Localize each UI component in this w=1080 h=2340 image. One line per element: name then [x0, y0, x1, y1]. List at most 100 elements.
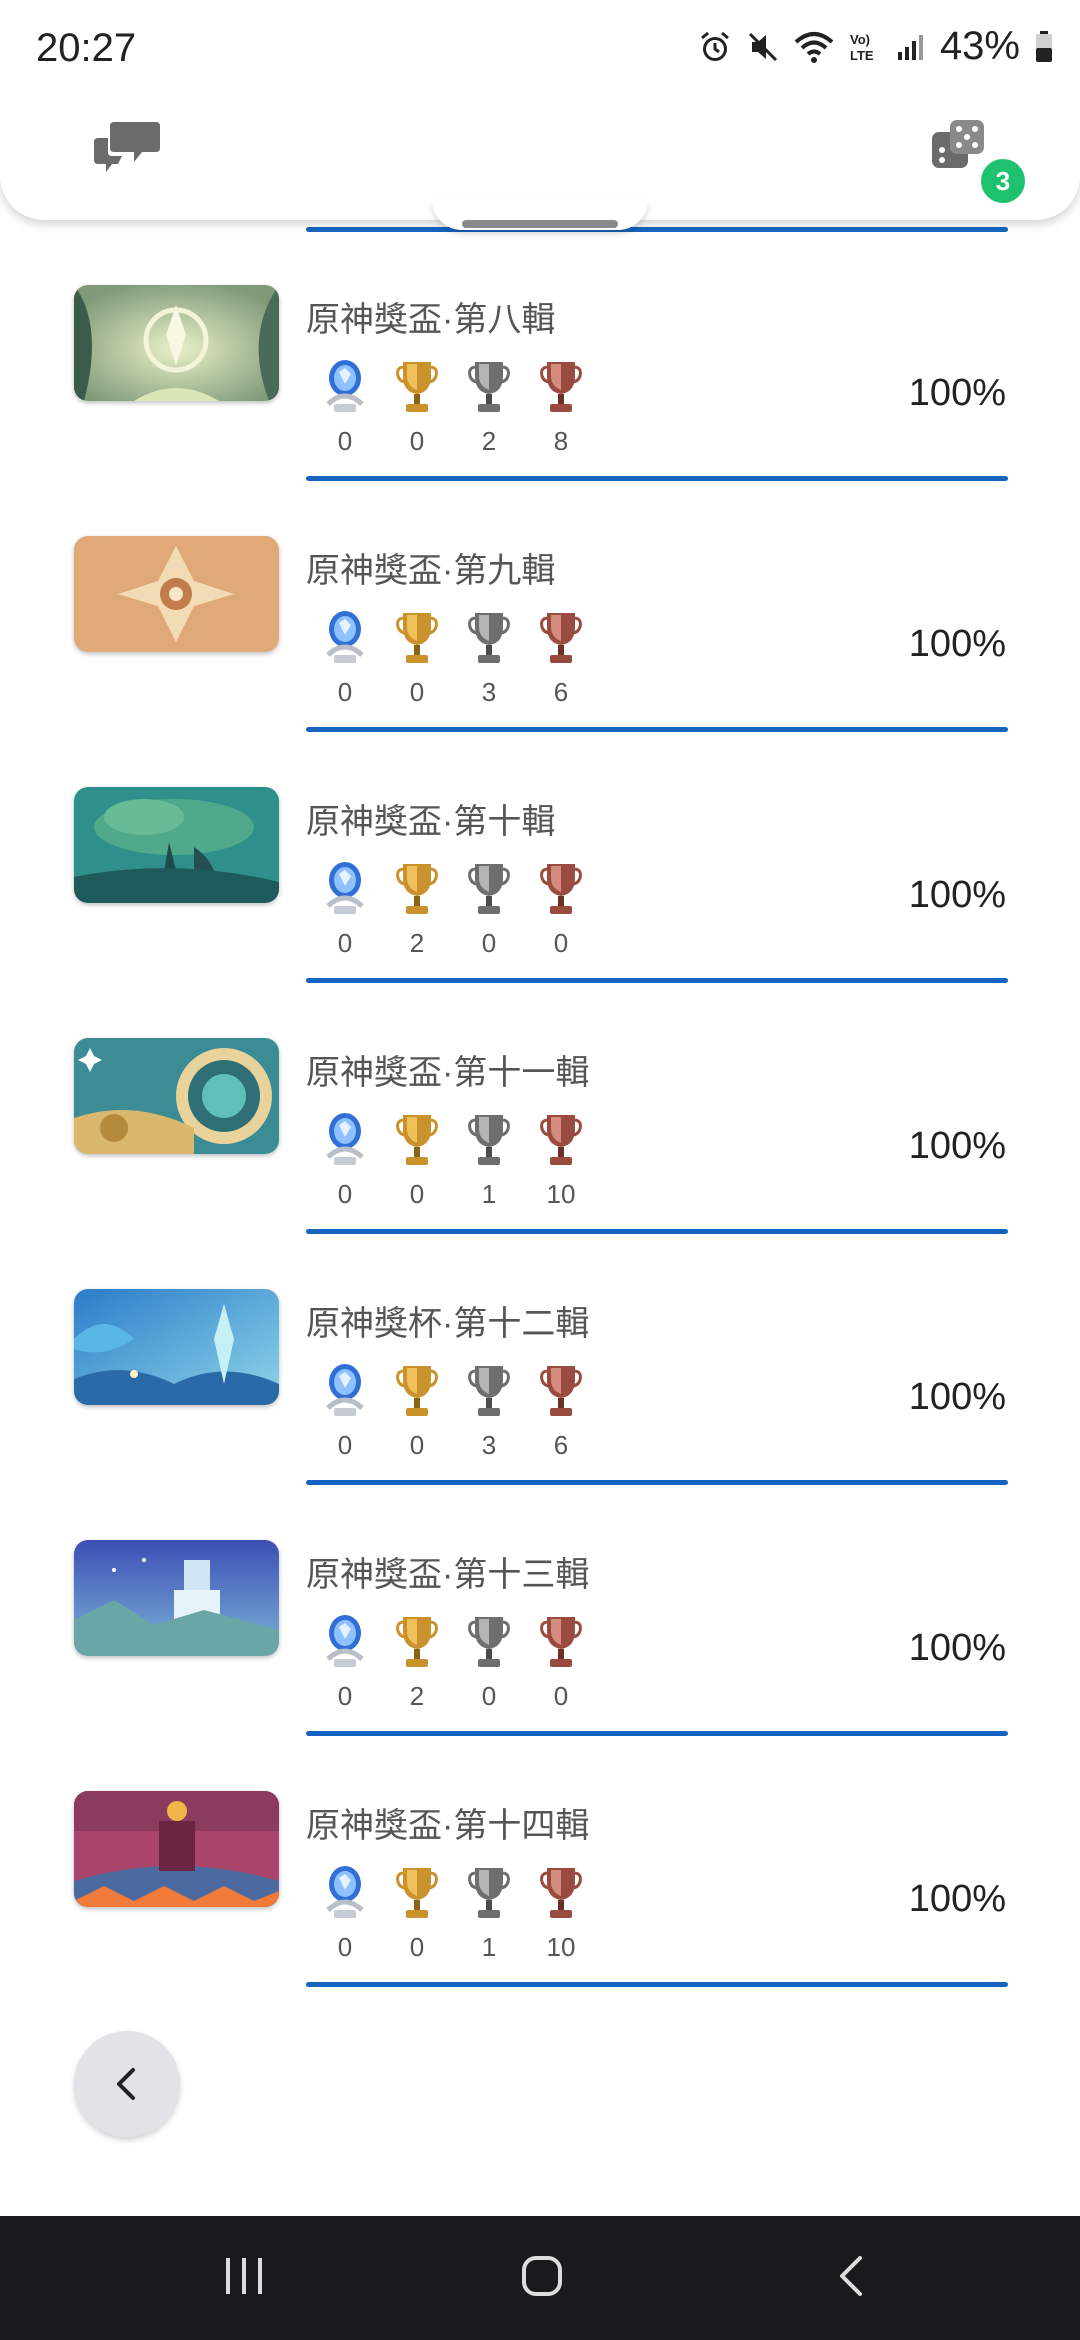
trophy-counts: 0 0 1 10 [320, 1111, 586, 1210]
platinum-trophy: 0 [320, 1864, 370, 1963]
silver-trophy-icon [468, 358, 510, 416]
silver-trophy-icon [468, 1111, 510, 1169]
back-button[interactable] [74, 2031, 180, 2137]
bronze-count: 0 [553, 1681, 569, 1711]
svg-text:LTE: LTE [850, 48, 874, 63]
bronze-trophy-icon [540, 860, 582, 918]
silver-trophy: 0 [464, 860, 514, 959]
platinum-count: 0 [337, 426, 353, 456]
silver-count: 1 [481, 1179, 497, 1209]
gold-trophy: 0 [392, 1111, 442, 1210]
gold-trophy-icon [396, 1362, 438, 1420]
dice-icon [932, 120, 984, 168]
home-icon[interactable] [520, 2254, 564, 2298]
bronze-count: 0 [553, 928, 569, 958]
list-item[interactable]: 原神獎盃·第十輯 0 2 0 0 100% [0, 732, 1080, 983]
trophy-set-title: 原神獎盃·第九輯 [306, 552, 556, 590]
list-item[interactable]: 原神獎杯·第十二輯 0 0 3 6 100% [0, 1234, 1080, 1485]
trophy-set-title: 原神獎盃·第十三輯 [306, 1556, 590, 1594]
chat-button[interactable] [92, 118, 162, 178]
system-back-icon[interactable] [832, 2254, 872, 2298]
platinum-trophy: 0 [320, 1362, 370, 1461]
completion-percent: 100% [908, 1627, 1006, 1669]
list-item[interactable]: 原神獎盃·第九輯 0 0 3 6 100% [0, 481, 1080, 732]
game-artwork [74, 787, 279, 903]
trophy-set-title: 原神獎杯·第十二輯 [306, 1305, 590, 1343]
bronze-count: 6 [553, 677, 569, 707]
platinum-count: 0 [337, 1179, 353, 1209]
game-artwork [74, 1540, 279, 1656]
status-time: 20:27 [36, 26, 137, 70]
trophy-counts: 0 2 0 0 [320, 860, 586, 959]
game-artwork [74, 536, 279, 652]
gold-trophy-icon [396, 1864, 438, 1922]
platinum-trophy-icon [324, 860, 366, 918]
bronze-trophy: 8 [536, 358, 586, 457]
list-item[interactable]: 原神獎盃·第十一輯 0 0 1 10 100% [0, 983, 1080, 1234]
completion-percent: 100% [908, 372, 1006, 414]
trophy-set-title: 原神獎盃·第十輯 [306, 803, 556, 841]
gold-trophy: 0 [392, 358, 442, 457]
completion-percent: 100% [908, 1878, 1006, 1920]
platinum-trophy: 0 [320, 1613, 370, 1712]
game-artwork [74, 1791, 279, 1907]
drag-handle[interactable] [462, 220, 618, 228]
bronze-trophy: 6 [536, 1362, 586, 1461]
recents-icon[interactable] [222, 2256, 266, 2296]
trophy-set-title: 原神獎盃·第十一輯 [306, 1054, 590, 1092]
completion-percent: 100% [908, 874, 1006, 916]
trophy-set-title: 原神獎盃·第十四輯 [306, 1807, 590, 1845]
progress-bar [306, 227, 1008, 232]
completion-percent: 100% [908, 1376, 1006, 1418]
svg-text:Vo): Vo) [850, 32, 870, 47]
gold-count: 0 [409, 677, 425, 707]
trophy-list: 原神獎盃·第八輯 0 0 2 8 100% 原神獎盃·第九輯 0 0 3 6 100% 原神獎盃·第十輯… [0, 230, 1080, 1987]
trophy-counts: 0 0 3 6 [320, 1362, 586, 1461]
platinum-trophy: 0 [320, 609, 370, 708]
silver-trophy: 2 [464, 358, 514, 457]
silver-trophy-icon [468, 1362, 510, 1420]
bronze-trophy-icon [540, 1864, 582, 1922]
silver-trophy: 0 [464, 1613, 514, 1712]
platinum-count: 0 [337, 928, 353, 958]
silver-count: 3 [481, 1430, 497, 1460]
chat-bubbles-icon [94, 122, 160, 172]
silver-trophy: 3 [464, 609, 514, 708]
dice-button[interactable] [928, 116, 988, 176]
silver-count: 2 [481, 426, 497, 456]
platinum-trophy: 0 [320, 1111, 370, 1210]
trophy-counts: 0 0 2 8 [320, 358, 586, 457]
list-item[interactable]: 原神獎盃·第十三輯 0 2 0 0 100% [0, 1485, 1080, 1736]
gold-trophy: 2 [392, 860, 442, 959]
status-icons: Vo) LTE 43% [698, 24, 1054, 69]
trophy-counts: 0 0 1 10 [320, 1864, 586, 1963]
silver-trophy-icon [468, 860, 510, 918]
signal-icon [897, 34, 923, 60]
silver-count: 3 [481, 677, 497, 707]
silver-count: 0 [481, 1681, 497, 1711]
platinum-trophy: 0 [320, 358, 370, 457]
list-item[interactable]: 原神獎盃·第十四輯 0 0 1 10 100% [0, 1736, 1080, 1987]
platinum-trophy-icon [324, 358, 366, 416]
gold-count: 0 [409, 1430, 425, 1460]
gold-trophy-icon [396, 358, 438, 416]
game-artwork [74, 1038, 279, 1154]
system-nav-bar [0, 2216, 1080, 2340]
platinum-trophy: 0 [320, 860, 370, 959]
platinum-count: 0 [337, 1430, 353, 1460]
platinum-count: 0 [337, 677, 353, 707]
list-item[interactable]: 原神獎盃·第八輯 0 0 2 8 100% [0, 230, 1080, 481]
platinum-trophy-icon [324, 1864, 366, 1922]
silver-count: 0 [481, 928, 497, 958]
bronze-trophy-icon [540, 1111, 582, 1169]
bronze-trophy: 10 [536, 1111, 586, 1210]
gold-trophy: 0 [392, 1362, 442, 1461]
silver-trophy-icon [468, 609, 510, 667]
bronze-trophy: 0 [536, 860, 586, 959]
bronze-trophy: 6 [536, 609, 586, 708]
silver-trophy: 3 [464, 1362, 514, 1461]
bronze-count: 10 [546, 1932, 576, 1962]
gold-trophy: 2 [392, 1613, 442, 1712]
battery-percent: 43% [939, 24, 1020, 68]
bronze-count: 8 [553, 426, 569, 456]
